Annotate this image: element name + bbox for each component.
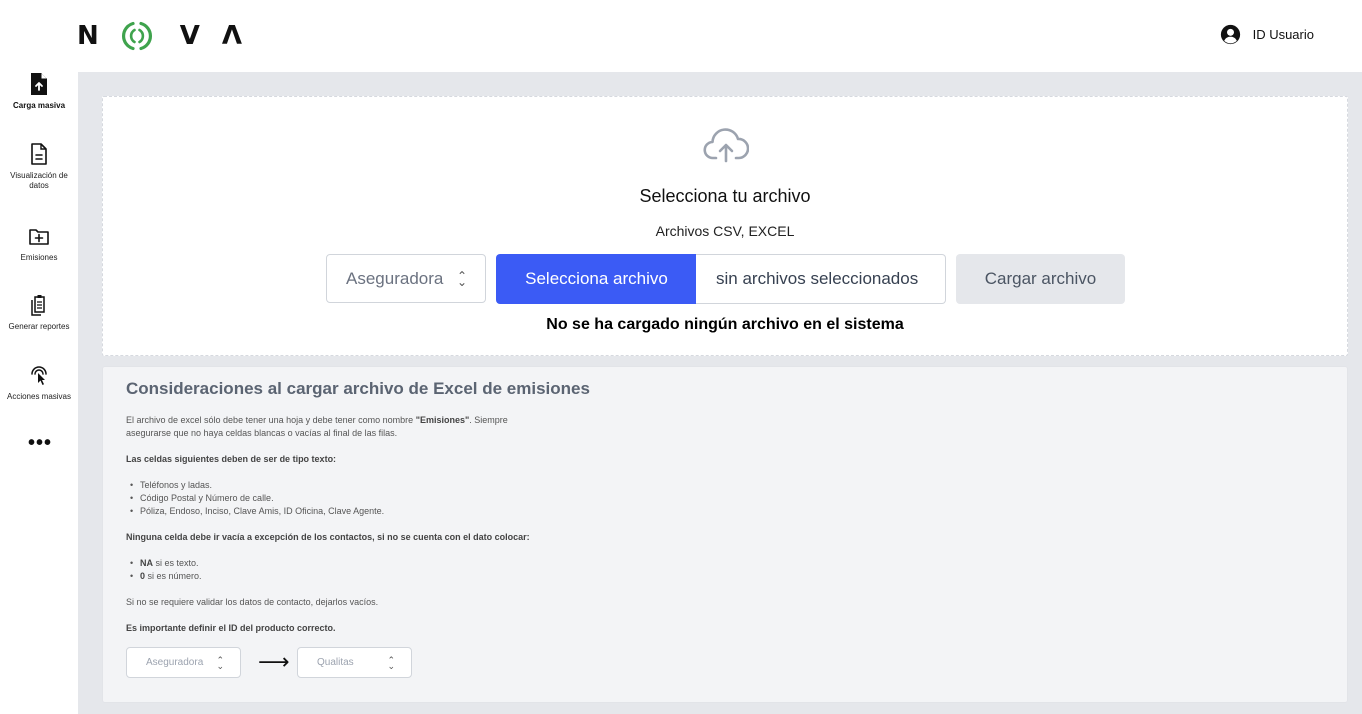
selected-file-name: sin archivos seleccionados xyxy=(696,254,946,304)
logo-letter-n: N xyxy=(77,21,99,51)
nova-logo[interactable]: N V Λ xyxy=(77,20,242,52)
text-cells-list: Teléfonos y ladas. Código Postal y Númer… xyxy=(126,479,546,518)
select-chevron-icon: ⌃ ⌄ xyxy=(456,268,467,289)
insurer-select[interactable]: Aseguradora ⌃ ⌄ xyxy=(326,254,486,303)
mapping-insurer-select[interactable]: Aseguradora ⌃ ⌄ xyxy=(126,647,241,678)
list-item: Póliza, Endoso, Inciso, Clave Amis, ID O… xyxy=(126,505,546,518)
load-file-button[interactable]: Cargar archivo xyxy=(956,254,1125,304)
sidebar-item-acciones-masivas[interactable]: Acciones masivas xyxy=(0,363,78,402)
mapping-product-select[interactable]: Qualitas ⌃ ⌄ xyxy=(297,647,412,678)
list-item: Código Postal y Número de calle. xyxy=(126,492,546,505)
logo-letter-a: Λ xyxy=(221,21,243,51)
upload-status: No se ha cargado ningún archivo en el si… xyxy=(546,316,904,333)
user-id-label: ID Usuario xyxy=(1252,27,1314,42)
choose-file-button[interactable]: Selecciona archivo xyxy=(496,254,697,304)
logo-ring-icon xyxy=(121,21,152,51)
empty-cells-heading: Ninguna celda debe ir vacía a excepción … xyxy=(126,532,530,542)
mapping-product-value: Qualitas xyxy=(317,657,354,668)
sheet-name-note: El archivo de excel sólo debe tener una … xyxy=(126,415,508,438)
product-id-note: Es importante definir el ID del producto… xyxy=(126,623,336,633)
considerations-title: Consideraciones al cargar archivo de Exc… xyxy=(126,379,590,398)
folder-plus-icon xyxy=(29,229,49,245)
logo-letter-v: V xyxy=(179,21,200,51)
sidebar-item-generar-reportes[interactable]: Generar reportes xyxy=(0,293,78,332)
cloud-upload-icon xyxy=(703,128,749,163)
sidebar-item-label: Visualización de datos xyxy=(10,171,68,190)
upload-dropzone[interactable]: Selecciona tu archivo Archivos CSV, EXCE… xyxy=(102,96,1348,356)
top-header: N V Λ ID Usuario xyxy=(0,0,1362,72)
mapping-insurer-value: Aseguradora xyxy=(146,657,204,668)
text-cells-heading: Las celdas siguientes deben de ser de ti… xyxy=(126,454,337,464)
user-menu[interactable]: ID Usuario xyxy=(1220,24,1314,45)
considerations-body: El archivo de excel sólo debe tener una … xyxy=(126,414,546,648)
list-item: NA si es texto. xyxy=(126,557,546,570)
sidebar-item-label: Emisiones xyxy=(20,253,58,262)
select-chevron-icon: ⌃ ⌄ xyxy=(387,654,395,671)
sidebar: Carga masiva Visualización de datos Emis… xyxy=(0,72,78,714)
empty-cells-list: NA si es texto. 0 si es número. xyxy=(126,557,546,583)
list-item: 0 si es número. xyxy=(126,570,546,583)
accepted-formats: Archivos CSV, EXCEL xyxy=(655,223,795,239)
clipboard-copy-icon xyxy=(31,295,45,316)
file-upload-icon xyxy=(31,73,47,95)
user-avatar-icon xyxy=(1220,24,1240,45)
main-content: Selecciona tu archivo Archivos CSV, EXCE… xyxy=(78,72,1362,714)
sidebar-item-visualizacion[interactable]: Visualización de datos xyxy=(0,142,78,191)
sidebar-item-carga-masiva[interactable]: Carga masiva xyxy=(0,72,78,111)
more-options-icon[interactable]: ••• xyxy=(28,433,52,453)
sidebar-item-label: Carga masiva xyxy=(12,101,66,110)
contact-note: Si no se requiere validar los datos de c… xyxy=(126,597,379,607)
considerations-panel: Consideraciones al cargar archivo de Exc… xyxy=(102,366,1348,703)
sidebar-item-label: Generar reportes xyxy=(8,322,70,331)
insurer-select-value: Aseguradora xyxy=(346,268,444,288)
document-icon xyxy=(31,143,47,165)
sidebar-item-label: Acciones masivas xyxy=(6,392,72,401)
select-chevron-icon: ⌃ ⌄ xyxy=(216,654,224,671)
list-item: Teléfonos y ladas. xyxy=(126,479,546,492)
upload-title: Selecciona tu archivo xyxy=(639,186,811,206)
sidebar-item-emisiones[interactable]: Emisiones xyxy=(0,224,78,263)
arrow-right-icon: ⟶ xyxy=(258,649,290,674)
tap-pointer-icon xyxy=(31,366,47,385)
